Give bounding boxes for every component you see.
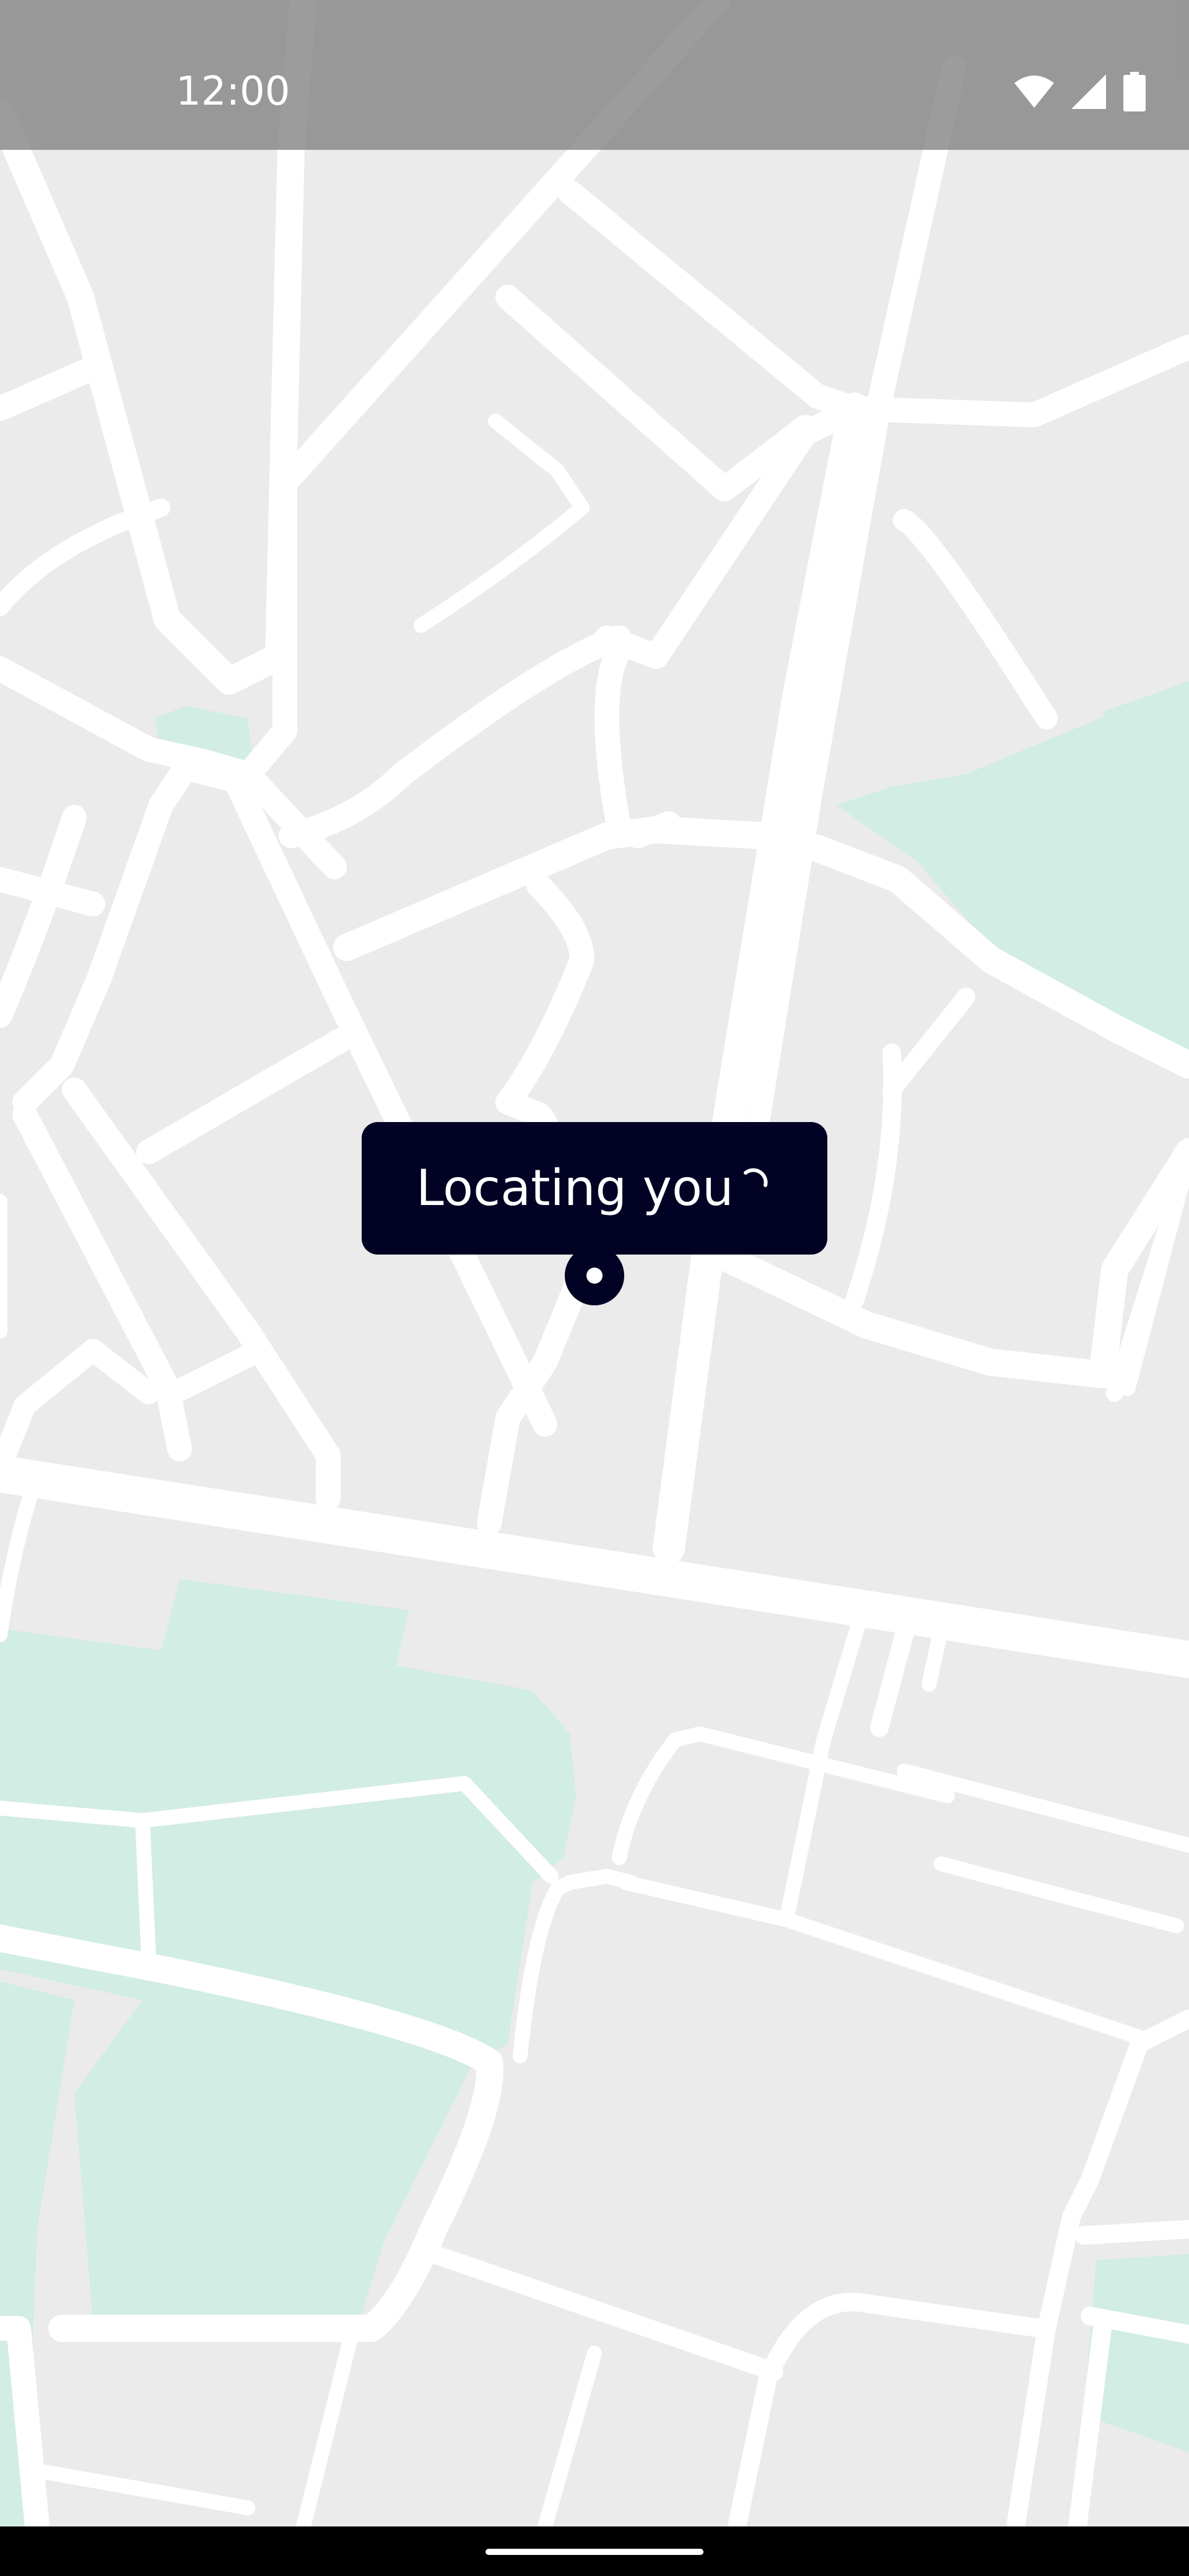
locating-text: Locating you <box>416 1159 734 1217</box>
home-gesture-handle[interactable] <box>486 2549 703 2555</box>
status-bar: 12:00 <box>0 0 1189 150</box>
status-icons <box>1014 68 1146 115</box>
battery-icon <box>1123 72 1146 111</box>
wifi-icon <box>1014 76 1054 108</box>
cellular-signal-icon <box>1071 74 1106 109</box>
status-time: 12:00 <box>176 69 290 115</box>
location-pin-icon <box>565 1246 624 1305</box>
loading-spinner-icon <box>744 1168 768 1187</box>
